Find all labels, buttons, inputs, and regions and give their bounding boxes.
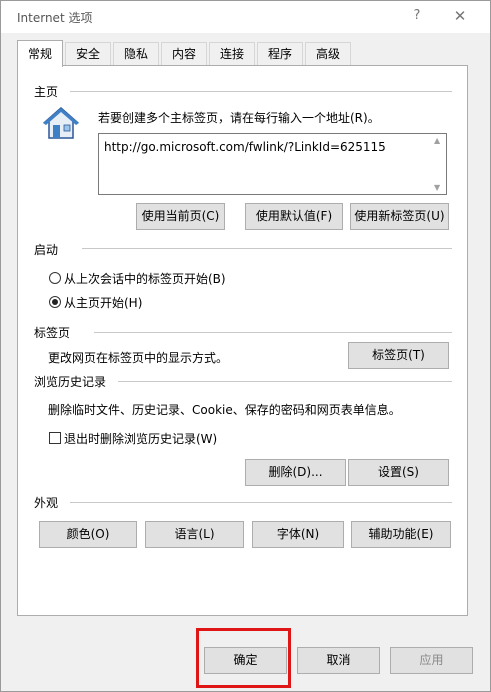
history-separator: [118, 381, 452, 382]
house-icon: [43, 106, 79, 140]
languages-button[interactable]: 语言(L): [145, 521, 244, 548]
tab-programs[interactable]: 程序: [257, 42, 303, 65]
window-title: Internet 选项: [17, 11, 93, 25]
fonts-button[interactable]: 字体(N): [252, 521, 344, 548]
appearance-group-title: 外观: [34, 496, 59, 510]
tab-content[interactable]: 内容: [161, 42, 207, 65]
scroll-down-icon[interactable]: ▼: [434, 183, 440, 192]
tabs-description: 更改网页在标签页中的显示方式。: [48, 351, 229, 365]
title-bar: Internet 选项 ? ✕: [1, 1, 490, 33]
use-new-tab-button[interactable]: 使用新标签页(U): [350, 203, 449, 230]
tabs-group-title: 标签页: [34, 326, 71, 340]
home-group-title: 主页: [34, 85, 59, 99]
ok-button-highlight-box: [196, 628, 291, 688]
tab-connections[interactable]: 连接: [209, 42, 255, 65]
cancel-button[interactable]: 取消: [297, 647, 380, 674]
delete-history-button[interactable]: 删除(D)...: [245, 459, 346, 486]
delete-on-exit-label: 退出时删除浏览历史记录(W): [64, 432, 218, 446]
colors-button[interactable]: 颜色(O): [39, 521, 137, 548]
history-settings-button[interactable]: 设置(S): [348, 459, 449, 486]
use-default-button[interactable]: 使用默认值(F): [245, 203, 343, 230]
scroll-up-icon[interactable]: ▲: [434, 136, 440, 145]
accessibility-button[interactable]: 辅助功能(E): [351, 521, 451, 548]
radio-home-page-label: 从主页开始(H): [64, 296, 143, 310]
close-icon[interactable]: ✕: [448, 5, 472, 27]
home-url-textarea[interactable]: http://go.microsoft.com/fwlink/?LinkId=6…: [98, 133, 447, 195]
internet-options-dialog: Internet 选项 ? ✕ 常规 安全 隐私 内容 连接 程序 高级 主页 …: [0, 0, 491, 692]
tabs-separator: [94, 332, 452, 333]
use-current-button[interactable]: 使用当前页(C): [136, 203, 225, 230]
radio-last-session[interactable]: [49, 272, 61, 284]
tab-advanced[interactable]: 高级: [305, 42, 351, 65]
url-scrollbar[interactable]: ▲ ▼: [432, 134, 446, 194]
help-icon[interactable]: ?: [405, 5, 429, 27]
apply-button[interactable]: 应用: [390, 647, 473, 674]
home-url-value: http://go.microsoft.com/fwlink/?LinkId=6…: [104, 140, 386, 154]
general-tab-panel: 主页 若要创建多个主标签页，请在每行输入一个地址(R)。 http://go.m…: [17, 65, 468, 616]
startup-group-title: 启动: [34, 243, 59, 257]
home-instruction: 若要创建多个主标签页，请在每行输入一个地址(R)。: [98, 111, 380, 125]
tabs-settings-button[interactable]: 标签页(T): [348, 342, 449, 369]
tab-security[interactable]: 安全: [65, 42, 111, 65]
tab-privacy[interactable]: 隐私: [113, 42, 159, 65]
history-group-title: 浏览历史记录: [34, 375, 107, 389]
radio-last-session-label: 从上次会话中的标签页开始(B): [64, 272, 226, 286]
startup-separator: [82, 248, 452, 249]
tab-general[interactable]: 常规: [17, 40, 63, 67]
home-separator: [70, 91, 452, 92]
appearance-separator: [70, 502, 452, 503]
radio-home-page[interactable]: [49, 296, 61, 308]
history-description: 删除临时文件、历史记录、Cookie、保存的密码和网页表单信息。: [48, 403, 401, 417]
delete-on-exit-checkbox[interactable]: [49, 432, 61, 444]
